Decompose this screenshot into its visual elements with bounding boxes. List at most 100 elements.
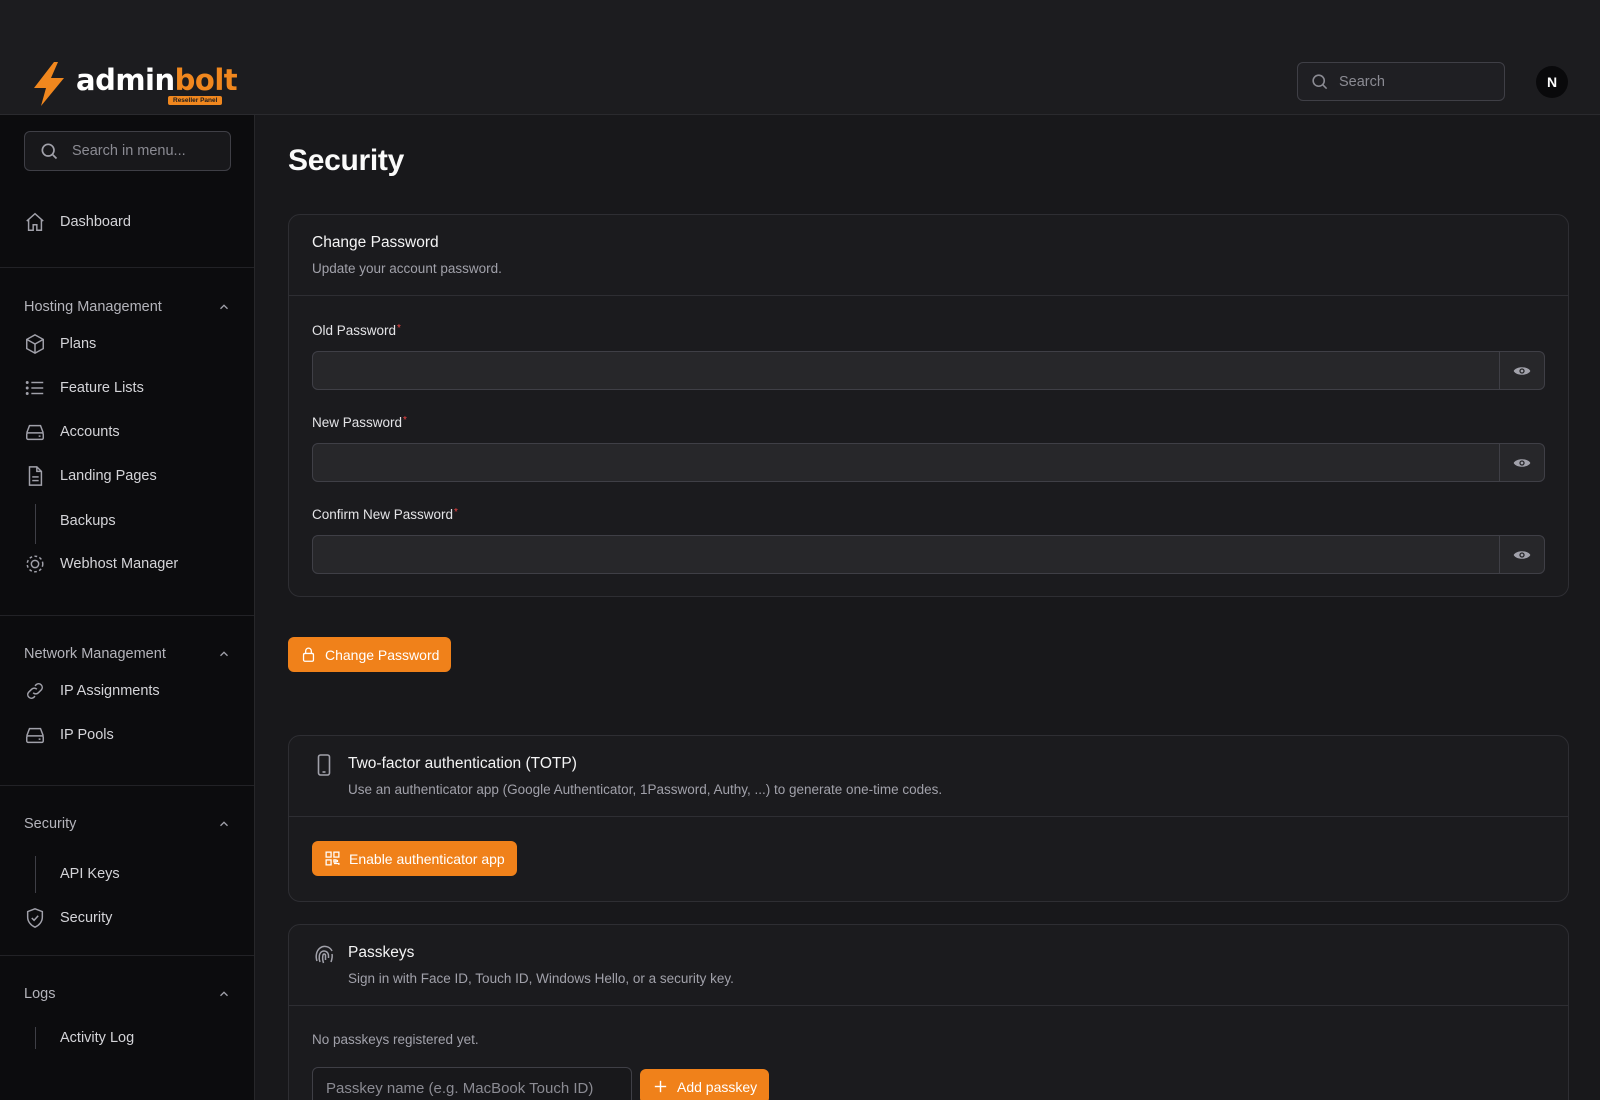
- sidebar-divider: [0, 955, 254, 956]
- sidebar-item-label: Activity Log: [60, 1030, 135, 1046]
- sidebar-item-plans[interactable]: Plans: [24, 329, 96, 359]
- server-icon: [24, 724, 46, 746]
- sidebar-item-label: Accounts: [60, 424, 120, 440]
- sidebar-item-webhost-manager[interactable]: Webhost Manager: [24, 549, 178, 579]
- lock-icon: [302, 647, 315, 662]
- old-password-field[interactable]: [312, 351, 1545, 390]
- search-icon: [1312, 74, 1328, 90]
- card-separator: [289, 816, 1568, 817]
- brand-badge: Reseller Panel: [168, 96, 223, 105]
- sidebar-item-activity-log[interactable]: Activity Log: [60, 1023, 134, 1053]
- sidebar-item-label: IP Pools: [60, 727, 114, 743]
- card-title: Passkeys: [348, 944, 415, 961]
- cog-icon: [24, 553, 46, 575]
- sidebar-divider: [0, 785, 254, 786]
- link-icon: [24, 680, 46, 702]
- qr-code-icon: [325, 851, 340, 866]
- sidebar-item-ip-pools[interactable]: IP Pools: [24, 720, 114, 750]
- nav-tree-line: [35, 856, 36, 893]
- sidebar-item-label: Landing Pages: [60, 468, 157, 484]
- card-title: Two-factor authentication (TOTP): [348, 755, 577, 772]
- group-title: Hosting Management: [24, 299, 162, 315]
- add-passkey-button[interactable]: Add passkey: [640, 1069, 770, 1100]
- eye-icon: [1513, 366, 1531, 375]
- document-icon: [24, 465, 46, 487]
- group-title: Logs: [24, 986, 56, 1002]
- group-security[interactable]: Security: [24, 812, 231, 836]
- sidebar-item-label: API Keys: [60, 866, 120, 882]
- eye-icon: [1513, 550, 1531, 559]
- sidebar-item-ip-assignments[interactable]: IP Assignments: [24, 676, 160, 706]
- top-bar: adminbolt Reseller Panel Search N: [0, 0, 1600, 115]
- chevron-up-icon: [220, 651, 228, 657]
- passkey-name-input[interactable]: Passkey name (e.g. MacBook Touch ID): [312, 1067, 632, 1100]
- group-title: Network Management: [24, 646, 166, 662]
- brand-wordmark: adminbolt: [76, 63, 238, 97]
- show-password-toggle[interactable]: [1499, 536, 1544, 573]
- eye-icon: [1513, 458, 1531, 467]
- sidebar-item-accounts[interactable]: Accounts: [24, 417, 120, 447]
- card-separator: [289, 295, 1568, 296]
- chevron-up-icon: [220, 304, 228, 310]
- global-search-input[interactable]: Search: [1297, 62, 1505, 101]
- page-title: Security: [288, 144, 404, 177]
- passkey-name-placeholder: Passkey name (e.g. MacBook Touch ID): [326, 1079, 594, 1097]
- old-password-input[interactable]: [313, 352, 1501, 389]
- sidebar-divider: [0, 615, 254, 616]
- brand-logo[interactable]: adminbolt Reseller Panel: [30, 60, 238, 108]
- nav-tree-line: [35, 504, 36, 544]
- change-password-button[interactable]: Change Password: [288, 637, 452, 672]
- sidebar-item-label: Dashboard: [60, 214, 131, 230]
- change-password-card: Change Password Update your account pass…: [288, 214, 1569, 597]
- new-password-field[interactable]: [312, 443, 1545, 482]
- empty-state-text: No passkeys registered yet.: [312, 1032, 479, 1047]
- nav-tree-line: [35, 1027, 36, 1049]
- totp-card: Two-factor authentication (TOTP) Use an …: [288, 735, 1569, 902]
- card-subtitle: Use an authenticator app (Google Authent…: [348, 782, 943, 797]
- menu-search-input[interactable]: Search in menu...: [24, 131, 231, 171]
- plus-icon: [654, 1080, 667, 1093]
- enable-authenticator-button[interactable]: Enable authenticator app: [312, 841, 517, 876]
- card-separator: [289, 1005, 1568, 1006]
- sidebar-item-backups[interactable]: Backups: [60, 506, 116, 536]
- button-label: Change Password: [325, 646, 440, 663]
- button-label: Add passkey: [677, 1078, 758, 1095]
- sidebar-item-label: Feature Lists: [60, 380, 144, 396]
- server-icon: [24, 421, 46, 443]
- group-network-management[interactable]: Network Management: [24, 642, 231, 666]
- button-label: Enable authenticator app: [349, 850, 505, 867]
- sidebar-item-label: IP Assignments: [60, 683, 160, 699]
- phone-icon: [317, 754, 331, 776]
- confirm-password-field[interactable]: [312, 535, 1545, 574]
- confirm-password-input[interactable]: [313, 536, 1501, 573]
- sidebar-item-label: Backups: [60, 513, 116, 529]
- sidebar-item-dashboard[interactable]: Dashboard: [24, 207, 131, 237]
- group-hosting-management[interactable]: Hosting Management: [24, 295, 231, 319]
- shield-check-icon: [24, 907, 46, 929]
- group-title: Security: [24, 816, 77, 832]
- sidebar-item-label: Webhost Manager: [60, 556, 179, 572]
- cube-icon: [24, 333, 46, 355]
- show-password-toggle[interactable]: [1499, 352, 1544, 389]
- card-subtitle: Sign in with Face ID, Touch ID, Windows …: [348, 971, 734, 986]
- user-avatar[interactable]: N: [1536, 66, 1568, 98]
- global-search-placeholder: Search: [1339, 73, 1385, 90]
- sidebar-item-security[interactable]: Security: [24, 903, 112, 933]
- chevron-up-icon: [220, 991, 228, 997]
- card-subtitle: Update your account password.: [312, 261, 502, 276]
- card-title: Change Password: [312, 234, 439, 251]
- list-icon: [24, 377, 46, 399]
- sidebar-item-feature-lists[interactable]: Feature Lists: [24, 373, 144, 403]
- show-password-toggle[interactable]: [1499, 444, 1544, 481]
- sidebar-item-label: Security: [60, 910, 113, 926]
- confirm-password-label: Confirm New Password*: [312, 507, 458, 522]
- home-icon: [24, 211, 46, 233]
- fingerprint-icon: [315, 945, 333, 964]
- group-logs[interactable]: Logs: [24, 982, 231, 1006]
- sidebar-item-label: Plans: [60, 336, 97, 352]
- sidebar-item-landing-pages[interactable]: Landing Pages: [24, 461, 157, 491]
- new-password-input[interactable]: [313, 444, 1501, 481]
- new-password-label: New Password*: [312, 415, 407, 430]
- old-password-label: Old Password*: [312, 323, 401, 338]
- sidebar-item-api-keys[interactable]: API Keys: [60, 859, 120, 889]
